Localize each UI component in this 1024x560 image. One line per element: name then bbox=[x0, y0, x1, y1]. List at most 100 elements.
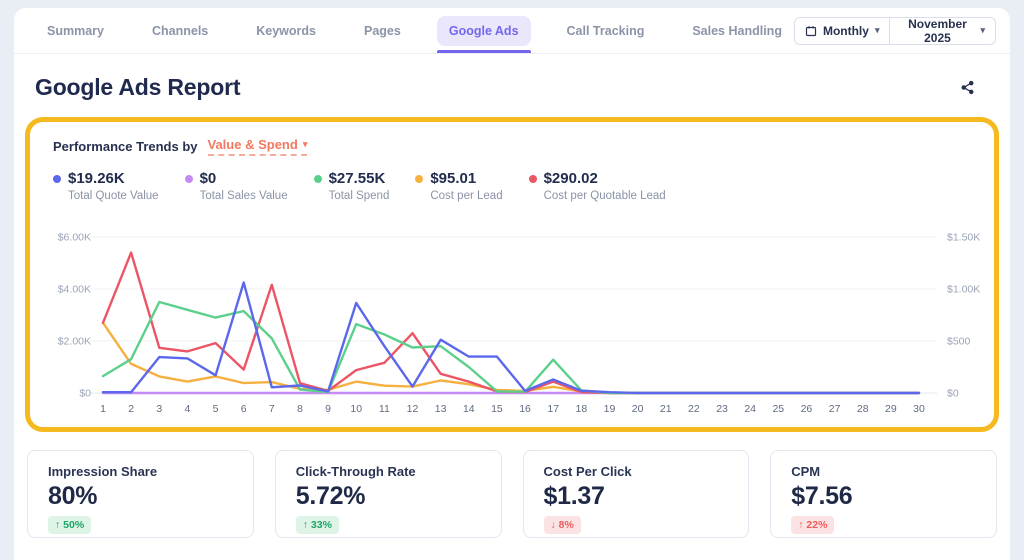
performance-trends-card: Performance Trends by Value & Spend ▾ $1… bbox=[25, 117, 999, 432]
month-dropdown-label: November 2025 bbox=[900, 17, 974, 45]
left-axis-tick: $0 bbox=[79, 388, 91, 400]
tab-google-ads[interactable]: Google Ads bbox=[437, 8, 531, 53]
x-axis-tick: 5 bbox=[213, 403, 219, 415]
top-nav: Summary Channels Keywords Pages Google Ads Ca… bbox=[14, 8, 1010, 54]
x-axis-tick: 17 bbox=[547, 403, 559, 415]
share-icon bbox=[960, 80, 975, 95]
tab-bar: Summary Channels Keywords Pages Google Ads Ca… bbox=[35, 8, 794, 53]
right-axis-tick: $0 bbox=[947, 388, 959, 400]
x-axis-tick: 2 bbox=[128, 403, 134, 415]
legend-value: $95.01 bbox=[430, 170, 502, 188]
legend-item-cost-per-quotable-lead[interactable]: $290.02 Cost per Quotable Lead bbox=[529, 170, 666, 202]
left-axis-tick: $6.00K bbox=[58, 232, 91, 244]
title-row: Google Ads Report bbox=[14, 54, 1010, 101]
calendar-icon bbox=[805, 25, 817, 37]
tab-keywords[interactable]: Keywords bbox=[244, 8, 328, 53]
tab-label: Keywords bbox=[244, 16, 328, 46]
legend-label: Total Sales Value bbox=[200, 190, 288, 202]
stat-change-badge: ↓ 8% bbox=[544, 516, 581, 534]
series-line-total-quote-value bbox=[103, 283, 919, 394]
tab-summary[interactable]: Summary bbox=[35, 8, 116, 53]
stat-change-badge: ↑ 22% bbox=[791, 516, 834, 534]
trends-metric-selector-label: Value & Spend bbox=[208, 137, 298, 152]
x-axis-tick: 20 bbox=[632, 403, 644, 415]
legend-text: $19.26KTotal Quote Value bbox=[68, 170, 159, 202]
legend-value: $27.55K bbox=[329, 170, 390, 188]
x-axis-tick: 29 bbox=[885, 403, 897, 415]
legend-label: Cost per Quotable Lead bbox=[544, 190, 666, 202]
x-axis-tick: 28 bbox=[857, 403, 869, 415]
tab-label: Google Ads bbox=[437, 16, 531, 46]
x-axis-tick: 9 bbox=[325, 403, 331, 415]
right-axis-tick: $500 bbox=[947, 336, 971, 348]
trends-header: Performance Trends by Value & Spend ▾ bbox=[30, 122, 994, 156]
x-axis-tick: 12 bbox=[407, 403, 419, 415]
legend-dot-icon bbox=[415, 175, 423, 183]
period-dropdown[interactable]: Monthly ▾ bbox=[794, 17, 891, 45]
tab-sales-handling[interactable]: Sales Handling bbox=[680, 8, 794, 53]
stat-card-value: $1.37 bbox=[544, 482, 729, 511]
chart-area: $0$0$2.00K$500$4.00K$1.00K$6.00K$1.50K12… bbox=[35, 222, 995, 423]
legend-item-total-sales-value[interactable]: $0 Total Sales Value bbox=[185, 170, 288, 202]
nav-controls: Monthly ▾ November 2025 ▾ bbox=[794, 17, 996, 45]
legend-dot-icon bbox=[314, 175, 322, 183]
stat-card-label: Click-Through Rate bbox=[296, 464, 481, 479]
tab-pages[interactable]: Pages bbox=[352, 8, 413, 53]
stat-card-click-through-rate: Click-Through Rate 5.72% ↑ 33% bbox=[275, 450, 502, 538]
stat-card-label: Impression Share bbox=[48, 464, 233, 479]
legend-dot-icon bbox=[185, 175, 193, 183]
tab-label: Call Tracking bbox=[555, 16, 657, 46]
tab-call-tracking[interactable]: Call Tracking bbox=[555, 8, 657, 53]
x-axis-tick: 21 bbox=[660, 403, 672, 415]
tab-label: Channels bbox=[140, 16, 220, 46]
right-axis-tick: $1.50K bbox=[947, 232, 980, 244]
tab-label: Pages bbox=[352, 16, 413, 46]
x-axis-tick: 30 bbox=[913, 403, 925, 415]
legend-dot-icon bbox=[53, 175, 61, 183]
x-axis-tick: 8 bbox=[297, 403, 303, 415]
month-dropdown[interactable]: November 2025 ▾ bbox=[890, 17, 996, 45]
x-axis-tick: 16 bbox=[519, 403, 531, 415]
legend-text: $290.02 Cost per Quotable Lead bbox=[544, 170, 666, 202]
legend-text: $27.55K Total Spend bbox=[329, 170, 390, 202]
stat-card-label: CPM bbox=[791, 464, 976, 479]
chart-legend: $19.26KTotal Quote Value $0 Total Sales Va… bbox=[30, 156, 994, 202]
x-axis-tick: 18 bbox=[576, 403, 588, 415]
right-axis-tick: $1.00K bbox=[947, 284, 980, 296]
share-button[interactable] bbox=[946, 76, 989, 99]
left-axis-tick: $2.00K bbox=[58, 336, 91, 348]
legend-item-cost-per-lead[interactable]: $95.01Cost per Lead bbox=[415, 170, 502, 202]
x-axis-tick: 24 bbox=[744, 403, 756, 415]
legend-value: $0 bbox=[200, 170, 288, 188]
stat-change-badge: ↑ 33% bbox=[296, 516, 339, 534]
stat-change-badge: ↑ 50% bbox=[48, 516, 91, 534]
trends-title: Performance Trends by bbox=[53, 139, 198, 154]
x-axis-tick: 1 bbox=[100, 403, 106, 415]
trends-metric-selector[interactable]: Value & Spend ▾ bbox=[208, 137, 308, 156]
x-axis-tick: 6 bbox=[241, 403, 247, 415]
legend-text: $0 Total Sales Value bbox=[200, 170, 288, 202]
tab-channels[interactable]: Channels bbox=[140, 8, 220, 53]
legend-text: $95.01Cost per Lead bbox=[430, 170, 502, 202]
x-axis-tick: 14 bbox=[463, 403, 475, 415]
series-line-cost-per-lead bbox=[103, 323, 919, 393]
left-axis-tick: $4.00K bbox=[58, 284, 91, 296]
stat-card-value: $7.56 bbox=[791, 482, 976, 511]
legend-item-total-spend[interactable]: $27.55K Total Spend bbox=[314, 170, 390, 202]
caret-down-icon: ▾ bbox=[875, 26, 880, 35]
caret-down-icon: ▾ bbox=[303, 140, 308, 149]
trends-chart: $0$0$2.00K$500$4.00K$1.00K$6.00K$1.50K12… bbox=[35, 222, 995, 418]
stat-card-value: 5.72% bbox=[296, 482, 481, 511]
tab-label: Sales Handling bbox=[680, 16, 794, 46]
report-panel: Summary Channels Keywords Pages Google Ads Ca… bbox=[14, 8, 1010, 560]
legend-item-total-quote-value[interactable]: $19.26KTotal Quote Value bbox=[53, 170, 159, 202]
x-axis-tick: 13 bbox=[435, 403, 447, 415]
caret-down-icon: ▾ bbox=[980, 26, 985, 35]
legend-label: Total Spend bbox=[329, 190, 390, 202]
x-axis-tick: 26 bbox=[801, 403, 813, 415]
x-axis-tick: 10 bbox=[350, 403, 362, 415]
legend-value: $290.02 bbox=[544, 170, 666, 188]
period-dropdown-label: Monthly bbox=[823, 24, 869, 38]
tab-label: Summary bbox=[35, 16, 116, 46]
legend-value: $19.26K bbox=[68, 170, 159, 188]
